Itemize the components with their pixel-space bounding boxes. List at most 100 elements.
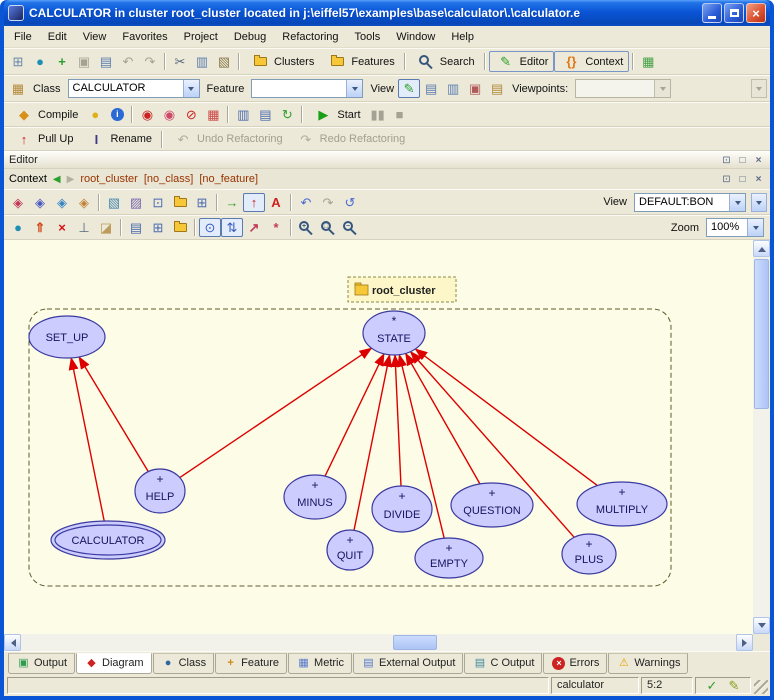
inheritance-edge-MINUS-STATE[interactable] — [325, 354, 384, 476]
class-node-QUESTION[interactable]: +QUESTION — [451, 483, 533, 527]
tab-c-output[interactable]: ▤C Output — [464, 653, 542, 674]
tab-output[interactable]: ▣Output — [8, 653, 75, 674]
maximize-context-icon[interactable] — [736, 174, 749, 185]
tab-feature[interactable]: +Feature — [215, 653, 287, 674]
class-node-EMPTY[interactable]: +EMPTY — [415, 538, 483, 578]
open-icon[interactable]: ● — [29, 52, 51, 72]
client-link-tool-icon[interactable]: ↗ — [243, 218, 265, 238]
close-panel-icon[interactable] — [752, 155, 765, 166]
save-all-icon[interactable]: ▤ — [95, 52, 117, 72]
inheritance-edge-DIVIDE-STATE[interactable] — [395, 355, 401, 486]
new-layer-icon[interactable]: ▤ — [125, 218, 147, 238]
resync-icon[interactable]: ↻ — [276, 105, 298, 125]
zoom-combo-arrow-icon[interactable] — [747, 219, 763, 236]
text-label-tool-icon[interactable]: A — [265, 192, 287, 212]
freeze-icon[interactable]: ● — [84, 105, 106, 125]
reset-layout-icon[interactable]: ⇑ — [29, 218, 51, 238]
go-to-target-icon[interactable]: → — [221, 192, 243, 212]
run-no-breakpoints-icon[interactable]: ◉ — [158, 105, 180, 125]
split-pane-icon[interactable]: ▥ — [232, 105, 254, 125]
print-diagram-icon[interactable]: ▨ — [125, 192, 147, 212]
scroll-right-icon[interactable] — [736, 634, 753, 651]
undo-refactoring-button[interactable]: ↶ Undo Refactoring — [166, 129, 289, 150]
vertical-scrollbar[interactable] — [753, 240, 770, 634]
menu-window[interactable]: Window — [388, 28, 443, 46]
tab-diagram[interactable]: ◆Diagram — [76, 653, 152, 674]
minimize-button[interactable] — [702, 3, 722, 23]
zoom-combobox[interactable]: 100% — [706, 218, 764, 237]
zoom-in-icon[interactable]: + — [295, 218, 317, 238]
menu-debug[interactable]: Debug — [226, 28, 274, 46]
inheritance-edge-HELP-SET_UP[interactable] — [79, 357, 148, 472]
cluster-relations-icon[interactable]: ◈ — [29, 192, 51, 212]
class-node-MULTIPLY[interactable]: +MULTIPLY — [577, 482, 667, 526]
anchor-icon[interactable]: ⊥ — [73, 218, 95, 238]
pause-icon[interactable]: ▮▮ — [367, 105, 389, 125]
stop-icon[interactable]: ■ — [389, 105, 411, 125]
class-node-QUIT[interactable]: +QUIT — [327, 530, 373, 570]
inheritance-edge-CALCULATOR-SET_UP[interactable] — [71, 358, 104, 521]
editable-icon[interactable]: ✎ — [723, 675, 745, 695]
sort-order-toggle-icon[interactable]: ⇅ — [221, 218, 243, 237]
class-node-PLUS[interactable]: +PLUS — [562, 534, 616, 574]
context-cluster[interactable]: root_cluster — [80, 173, 137, 185]
run-icon[interactable]: ◉ — [136, 105, 158, 125]
scroll-down-icon[interactable] — [753, 617, 770, 634]
new-view-window-icon[interactable]: ⊞ — [191, 192, 213, 212]
menu-view[interactable]: View — [75, 28, 115, 46]
export-image-icon[interactable]: ▧ — [103, 192, 125, 212]
undock-panel-icon[interactable] — [720, 155, 733, 166]
diagram-view-arrow-icon[interactable] — [729, 194, 745, 211]
tab-errors[interactable]: ×Errors — [543, 653, 607, 674]
scroll-up-icon[interactable] — [753, 240, 770, 257]
diagram-view-combobox[interactable]: DEFAULT:BON — [634, 193, 746, 212]
resize-grip[interactable] — [754, 680, 768, 694]
saved-check-icon[interactable]: ✓ — [701, 675, 723, 695]
link-tool-icon[interactable]: ⊡ — [147, 192, 169, 212]
external-commands-icon[interactable]: ▦ — [637, 52, 659, 72]
cluster-folder-icon[interactable] — [169, 192, 191, 212]
maximize-button[interactable] — [724, 3, 744, 23]
flat-view-icon[interactable]: ▥ — [442, 79, 464, 99]
undo-icon[interactable]: ↶ — [117, 52, 139, 72]
zoom-out-icon[interactable]: − — [339, 218, 361, 238]
supplier-links-icon[interactable]: ◈ — [51, 192, 73, 212]
class-node-STATE[interactable]: *STATE — [363, 311, 425, 355]
view-menu-icon[interactable] — [751, 193, 767, 212]
menu-help[interactable]: Help — [443, 28, 482, 46]
menu-tools[interactable]: Tools — [347, 28, 389, 46]
tab-metric[interactable]: ▦Metric — [288, 653, 352, 674]
feature-combo-arrow-icon[interactable] — [346, 80, 362, 97]
class-node-CALCULATOR[interactable]: CALCULATOR — [51, 521, 165, 559]
editor-toggle-button[interactable]: ✎ Editor — [489, 51, 555, 72]
rename-button[interactable]: I Rename — [79, 129, 158, 150]
diagram-canvas[interactable]: root_clusterSET_UP*STATE+HELPCALCULATOR+… — [4, 240, 753, 634]
class-combo-arrow-icon[interactable] — [183, 80, 199, 97]
tab-external-output[interactable]: ▤External Output — [353, 653, 463, 674]
diagram-history-icon[interactable]: ↺ — [339, 192, 361, 212]
horizontal-scroll-thumb[interactable] — [393, 635, 437, 650]
undock-context-icon[interactable] — [720, 174, 733, 185]
grid-icon[interactable]: ⊞ — [147, 218, 169, 238]
history-forward-icon[interactable] — [67, 173, 75, 185]
new-tab-view-icon[interactable]: ▤ — [420, 79, 442, 99]
diagram-undo-icon[interactable]: ↶ — [295, 192, 317, 212]
delete-item-icon[interactable]: × — [51, 218, 73, 238]
interface-view-icon[interactable]: ▤ — [486, 79, 508, 99]
up-to-parent-cluster-icon[interactable]: ↑ — [243, 193, 265, 212]
titlebar[interactable]: CALCULATOR in cluster root_cluster locat… — [4, 0, 770, 26]
console-pane-icon[interactable]: ▤ — [254, 105, 276, 125]
menu-refactoring[interactable]: Refactoring — [274, 28, 346, 46]
class-node-HELP[interactable]: +HELP — [135, 469, 185, 513]
new-window-icon[interactable]: ⊞ — [7, 52, 29, 72]
menu-file[interactable]: File — [6, 28, 40, 46]
class-node-DIVIDE[interactable]: +DIVIDE — [372, 486, 432, 532]
new-item-icon[interactable]: + — [51, 52, 73, 72]
breakpoints-icon[interactable]: ▦ — [202, 105, 224, 125]
info-icon[interactable]: i — [106, 105, 128, 125]
maximize-panel-icon[interactable] — [736, 155, 749, 166]
scroll-left-icon[interactable] — [4, 634, 21, 651]
menu-edit[interactable]: Edit — [40, 28, 75, 46]
tab-warnings[interactable]: ⚠Warnings — [608, 653, 688, 674]
redo-refactoring-button[interactable]: ↷ Redo Refactoring — [289, 129, 412, 150]
